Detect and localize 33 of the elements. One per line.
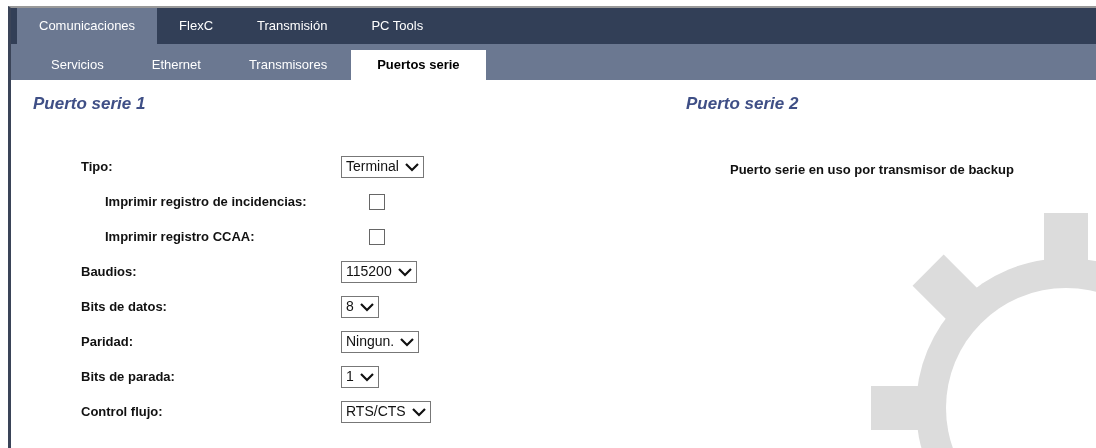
field-label: Bits de parada: <box>81 368 176 387</box>
select-field[interactable]: Terminal <box>341 155 424 178</box>
field-label: Control flujo: <box>81 403 164 422</box>
field-label: Tipo: <box>81 158 114 177</box>
subtab[interactable]: Servicios <box>27 50 128 80</box>
chevron-down-icon <box>397 266 412 277</box>
select-field[interactable]: 8 <box>341 295 379 318</box>
field-label: Paridad: <box>81 333 134 352</box>
chevron-down-icon <box>411 406 426 417</box>
field-label: Baudios: <box>81 263 138 282</box>
status-message: Puerto serie en uso por transmisor de backup <box>730 161 1014 180</box>
tab[interactable]: Transmisión <box>235 8 350 44</box>
select-field[interactable]: Ningun. <box>341 330 420 353</box>
tab[interactable]: FlexC <box>157 8 236 44</box>
field-label: Imprimir registro de incidencias: <box>105 193 308 212</box>
select-field[interactable]: 115200 <box>341 260 417 283</box>
chevron-down-icon <box>359 301 374 312</box>
tab[interactable]: PC Tools <box>349 8 446 44</box>
tab[interactable]: Comunicaciones <box>17 8 158 44</box>
select-field[interactable]: RTS/CTS <box>341 400 431 423</box>
chevron-down-icon <box>400 336 415 347</box>
subtab[interactable]: Puertos serie <box>351 50 486 80</box>
section-title: Puerto serie 2 <box>686 94 800 115</box>
field-label: Imprimir registro CCAA: <box>105 228 256 247</box>
subtab[interactable]: Transmisores <box>224 50 352 80</box>
chevron-down-icon <box>404 161 419 172</box>
field-label: Bits de datos: <box>81 298 168 317</box>
chevron-down-icon <box>359 371 374 382</box>
checkbox[interactable] <box>369 193 385 210</box>
subtab[interactable]: Ethernet <box>127 50 225 80</box>
select-field[interactable]: 1 <box>341 365 379 388</box>
checkbox[interactable] <box>369 228 385 245</box>
section-title: Puerto serie 1 <box>33 94 147 115</box>
